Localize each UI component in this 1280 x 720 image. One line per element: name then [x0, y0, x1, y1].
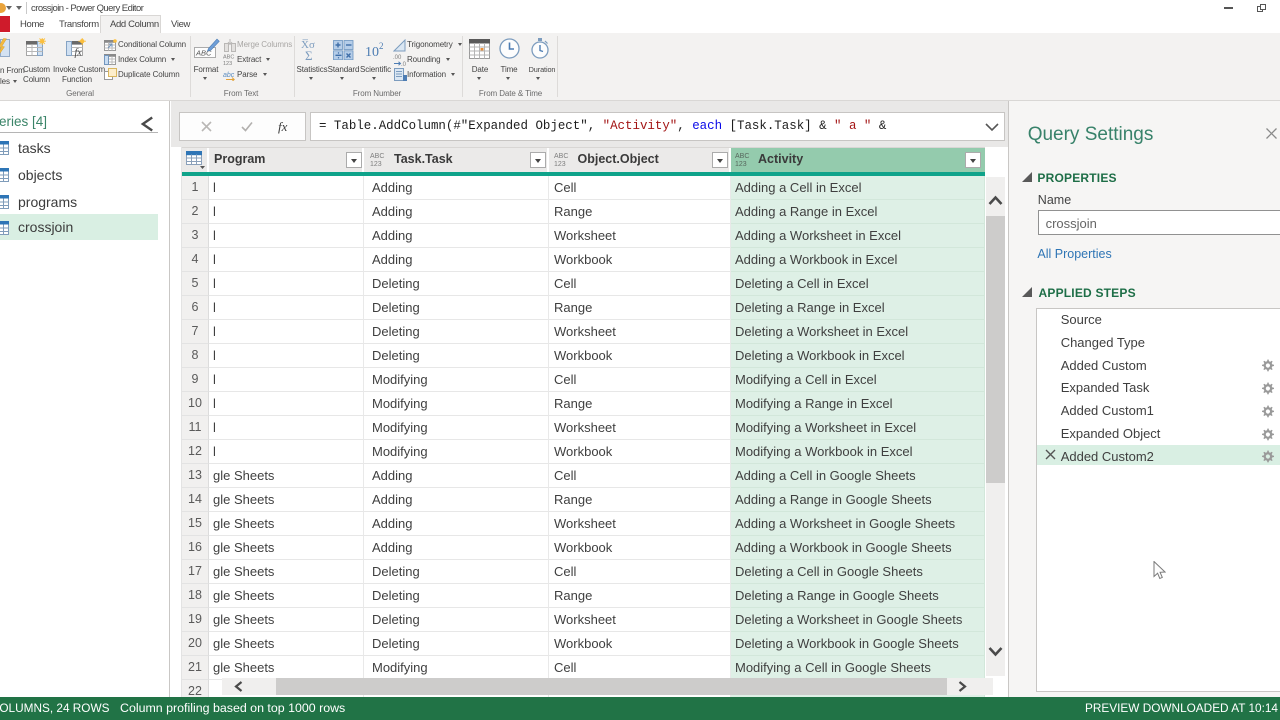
svg-text:2: 2 — [379, 41, 384, 51]
svg-text:fx: fx — [75, 48, 83, 59]
svg-text:10: 10 — [365, 45, 379, 59]
svg-text:Σ: Σ — [305, 48, 313, 61]
svg-text:ABC: ABC — [370, 153, 384, 160]
svg-text:.00: .00 — [393, 55, 402, 61]
svg-text:ABC: ABC — [223, 55, 234, 61]
svg-text:.0: .0 — [401, 62, 407, 66]
svg-text:123: 123 — [223, 61, 232, 66]
svg-text:ABC: ABC — [735, 153, 749, 160]
svg-text:123: 123 — [370, 161, 382, 168]
svg-text:123: 123 — [735, 161, 747, 168]
svg-text:ABC: ABC — [554, 153, 568, 160]
svg-text:123: 123 — [554, 161, 566, 168]
